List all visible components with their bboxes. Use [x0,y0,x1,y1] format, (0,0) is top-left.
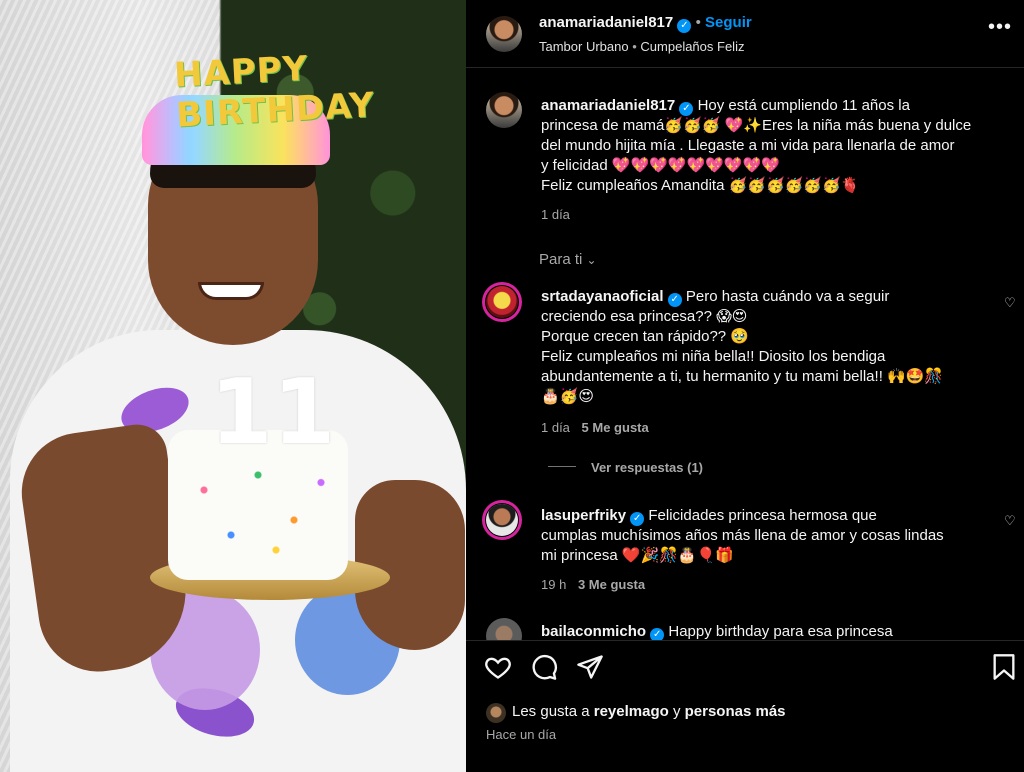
comment: srtadayanaoficial ✓ Pero hasta cuándo va… [541,287,991,407]
comment-text: Happy birthday para esa princesa [668,623,893,640]
caption-timestamp[interactable]: 1 día [541,207,570,222]
likes-summary: Les gusta a reyelmago y personas más [512,703,786,720]
verified-badge-icon: ✓ [667,293,682,307]
heart-icon[interactable] [484,653,512,681]
comment-username[interactable]: bailaconmicho [541,623,646,640]
caption-text: Feliz cumpleaños Amandita 🥳🥳🥳🥳🥳🥳🫀 [541,177,860,194]
action-bar: Les gusta a reyelmago y personas más Hac… [466,640,1024,772]
sort-label: Para ti [539,251,583,268]
replies-divider [548,466,576,467]
comment-text: Felicidades princesa hermosa que [648,507,877,524]
comment-heart-icon[interactable]: ♡ [1004,513,1016,529]
caption-text: y felicidad 💖💖💖💖💖💖💖💖💖 [541,157,780,174]
author-avatar[interactable] [486,16,522,52]
author-username[interactable]: anamariadaniel817 [539,14,673,31]
post-photo[interactable]: HAPPY BIRTHDAY 11 [0,0,466,772]
audio-title[interactable]: Cumpelaños Feliz [640,39,744,54]
comment-likes[interactable]: 3 Me gusta [578,577,645,592]
caption-avatar[interactable] [486,92,522,128]
comment-timestamp[interactable]: 1 día [541,420,570,435]
likes-and: y [672,703,681,720]
comment-text: Feliz cumpleaños mi niña bella!! Diosito… [541,348,886,365]
comment-likes[interactable]: 5 Me gusta [582,420,649,435]
audio-artist[interactable]: Tambor Urbano [539,39,629,54]
caption-text: del mundo hijita mía . Llegaste a mi vid… [541,137,955,154]
comment-text: cumplas muchísimos años más llena de amo… [541,527,944,544]
caption: anamariadaniel817 ✓ Hoy está cumpliendo … [541,96,1011,196]
comment-text: Pero hasta cuándo va a seguir [685,288,890,305]
comment-meta: 19 h 3 Me gusta [541,577,645,592]
photo-smile [198,282,264,300]
post-timestamp[interactable]: Hace un día [486,727,556,742]
comment-text: creciendo esa princesa?? 😱😍 [541,308,748,325]
chevron-down-icon: ⌄ [586,253,597,267]
separator-dot: • [695,14,706,31]
comment: lasuperfriky ✓ Felicidades princesa herm… [541,506,991,566]
follow-button[interactable]: Seguir [705,14,752,31]
share-icon[interactable] [576,653,604,681]
comment-meta: 1 día 5 Me gusta [541,420,649,435]
comment-text: 🎂🥳😍 [541,388,594,405]
likes-prefix: Les gusta a [512,703,590,720]
verified-badge-icon: ✓ [679,102,694,116]
comment-text: mi princesa ❤️🎉🎊🎂🎈🎁 [541,547,734,564]
post-details-panel: anamariadaniel817 ✓ • Seguir Tambor Urba… [466,0,1024,772]
photo-candle-number: 11 [210,360,336,465]
more-horizontal-icon[interactable]: ••• [988,16,1012,39]
liker-username[interactable]: reyelmago [594,703,669,720]
bookmark-icon[interactable] [990,653,1018,681]
commenter-avatar[interactable] [484,284,520,320]
comment-heart-icon[interactable]: ♡ [1004,295,1016,311]
caption-username[interactable]: anamariadaniel817 [541,97,675,114]
comment-timestamp[interactable]: 19 h [541,577,566,592]
likes-others-link[interactable]: personas más [685,703,786,720]
comment-username[interactable]: lasuperfriky [541,507,626,524]
verified-badge-icon: ✓ [677,19,692,33]
view-replies-button[interactable]: Ver respuestas (1) [591,460,703,475]
comment-username[interactable]: srtadayanaoficial [541,288,664,305]
photo-crown-text: HAPPY BIRTHDAY [173,48,376,136]
caption-text: Hoy está cumpliendo 11 años la [697,97,910,114]
post-header: anamariadaniel817 ✓ • Seguir Tambor Urba… [466,0,1024,68]
comment-icon[interactable] [530,653,558,681]
comment-text: abundantemente a ti, tu hermanito y tu m… [541,368,944,385]
comment: bailaconmicho ✓ Happy birthday para esa … [541,622,991,642]
verified-badge-icon: ✓ [630,512,645,526]
commenter-avatar[interactable] [484,502,520,538]
liker-avatar[interactable] [486,703,506,723]
caption-text: princesa de mamá🥳🥳🥳 💖✨Eres la niña más b… [541,117,972,134]
comment-text: Porque crecen tan rápido?? 🥹 [541,328,749,345]
sort-dropdown[interactable]: Para ti ⌄ [539,251,597,268]
